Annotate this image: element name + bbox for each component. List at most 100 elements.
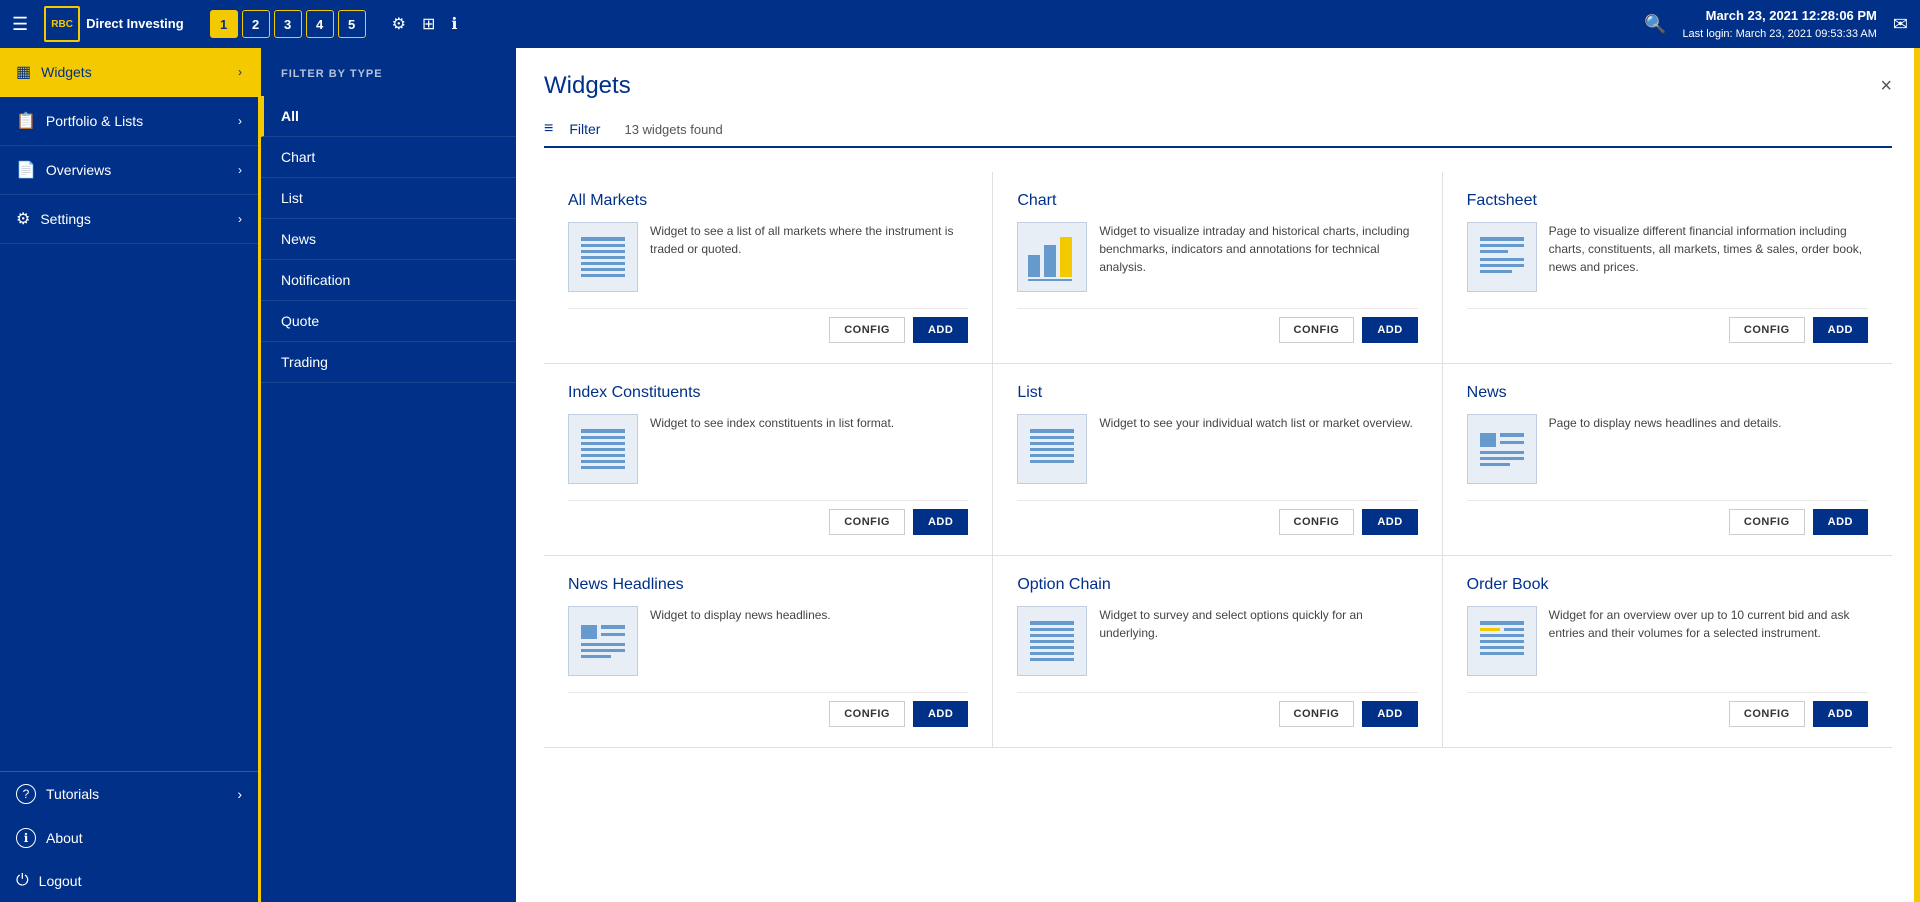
rbc-logo: RBC	[44, 6, 80, 42]
widget-desc-list: Widget to see your individual watch list…	[1099, 414, 1417, 484]
widget-body-chart: Widget to visualize intraday and histori…	[1017, 222, 1417, 292]
sidebar-item-portfolio[interactable]: 📋 Portfolio & Lists ›	[0, 97, 258, 146]
widget-title-all-markets: All Markets	[568, 192, 968, 210]
widget-thumb-factsheet	[1467, 222, 1537, 292]
add-button-chart[interactable]: ADD	[1362, 317, 1417, 343]
sidebar-item-logout[interactable]: ⏻ Logout	[0, 860, 258, 902]
filter-icon[interactable]: ≡	[544, 120, 553, 138]
add-button-order-book[interactable]: ADD	[1813, 701, 1868, 727]
widget-actions-news-headlines: CONFIG ADD	[568, 692, 968, 727]
about-icon: ℹ	[16, 828, 36, 848]
widget-title-factsheet: Factsheet	[1467, 192, 1868, 210]
filter-panel-title: FILTER BY TYPE	[261, 68, 516, 96]
filter-item-notification[interactable]: Notification	[261, 260, 516, 301]
widget-card-news-headlines: News Headlines Widg	[544, 556, 993, 748]
sidebar-item-overviews[interactable]: 📄 Overviews ›	[0, 146, 258, 195]
widget-desc-factsheet: Page to visualize different financial in…	[1549, 222, 1868, 292]
add-button-option-chain[interactable]: ADD	[1362, 701, 1417, 727]
rbc-logo-text: RBC	[51, 19, 73, 30]
left-sidebar: ▦ Widgets › 📋 Portfolio & Lists › 📄 Over…	[0, 48, 258, 902]
yellow-accent-bar	[1914, 48, 1920, 902]
widget-title-index-constituents: Index Constituents	[568, 384, 968, 402]
last-login: Last login: March 23, 2021 09:53:33 AM	[1682, 26, 1876, 43]
tab-5[interactable]: 5	[338, 10, 366, 38]
datetime-display: March 23, 2021 12:28:06 PM Last login: M…	[1682, 6, 1876, 42]
tab-3[interactable]: 3	[274, 10, 302, 38]
widget-actions-order-book: CONFIG ADD	[1467, 692, 1868, 727]
logout-icon: ⏻	[16, 872, 29, 890]
widget-title-option-chain: Option Chain	[1017, 576, 1417, 594]
add-button-news[interactable]: ADD	[1813, 509, 1868, 535]
sidebar-item-tutorials[interactable]: ? Tutorials ›	[0, 772, 258, 816]
sidebar-item-settings[interactable]: ⚙ Settings ›	[0, 195, 258, 244]
search-icon[interactable]: 🔍	[1644, 14, 1666, 35]
topnav-left: ☰ RBC Direct Investing 1 2 3 4 5 ⚙ ⊞ ℹ	[12, 6, 458, 42]
config-button-order-book[interactable]: CONFIG	[1729, 701, 1805, 727]
config-button-factsheet[interactable]: CONFIG	[1729, 317, 1805, 343]
hamburger-icon[interactable]: ☰	[12, 14, 28, 35]
sidebar-item-about[interactable]: ℹ About	[0, 816, 258, 860]
widget-thumb-list	[1017, 414, 1087, 484]
tutorials-label: Tutorials	[46, 786, 99, 802]
widget-body-news-headlines: Widget to display news headlines.	[568, 606, 968, 676]
widget-body-list: Widget to see your individual watch list…	[1017, 414, 1417, 484]
merge-icon[interactable]: ⚙	[392, 14, 406, 34]
sidebar-item-widgets[interactable]: ▦ Widgets ›	[0, 48, 258, 97]
sidebar-label-widgets: Widgets	[41, 64, 92, 80]
config-button-news[interactable]: CONFIG	[1729, 509, 1805, 535]
filter-item-list[interactable]: List	[261, 178, 516, 219]
message-icon[interactable]: ✉	[1893, 14, 1908, 35]
widget-desc-news-headlines: Widget to display news headlines.	[650, 606, 968, 676]
current-time: March 23, 2021 12:28:06 PM	[1682, 6, 1876, 26]
filter-item-news[interactable]: News	[261, 219, 516, 260]
config-button-chart[interactable]: CONFIG	[1279, 317, 1355, 343]
tab-1[interactable]: 1	[210, 10, 238, 38]
add-button-news-headlines[interactable]: ADD	[913, 701, 968, 727]
add-button-list[interactable]: ADD	[1362, 509, 1417, 535]
config-button-option-chain[interactable]: CONFIG	[1279, 701, 1355, 727]
portfolio-icon: 📋	[16, 111, 36, 131]
config-button-all-markets[interactable]: CONFIG	[829, 317, 905, 343]
grid-icon[interactable]: ⊞	[422, 14, 435, 34]
tutorials-icon: ?	[16, 784, 36, 804]
settings-chevron-icon: ›	[238, 212, 242, 226]
widget-actions-option-chain: CONFIG ADD	[1017, 692, 1417, 727]
close-button[interactable]: ×	[1880, 76, 1892, 96]
widget-body-order-book: Widget for an overview over up to 10 cur…	[1467, 606, 1868, 676]
widget-thumb-order-book	[1467, 606, 1537, 676]
widget-thumb-option-chain	[1017, 606, 1087, 676]
filter-item-quote[interactable]: Quote	[261, 301, 516, 342]
widget-body-index-constituents: Widget to see index constituents in list…	[568, 414, 968, 484]
widget-title-news: News	[1467, 384, 1868, 402]
app-body: ▦ Widgets › 📋 Portfolio & Lists › 📄 Over…	[0, 48, 1920, 902]
widget-desc-chart: Widget to visualize intraday and histori…	[1099, 222, 1417, 292]
widget-desc-index-constituents: Widget to see index constituents in list…	[650, 414, 968, 484]
filter-item-chart[interactable]: Chart	[261, 137, 516, 178]
about-label: About	[46, 830, 83, 846]
add-button-factsheet[interactable]: ADD	[1813, 317, 1868, 343]
tab-4[interactable]: 4	[306, 10, 334, 38]
widget-card-news: News Page to displa	[1443, 364, 1892, 556]
tab-2[interactable]: 2	[242, 10, 270, 38]
add-button-index-constituents[interactable]: ADD	[913, 509, 968, 535]
topnav-right: 🔍 March 23, 2021 12:28:06 PM Last login:…	[1644, 6, 1908, 42]
widget-card-list: List Widget to see	[993, 364, 1442, 556]
widget-thumb-chart	[1017, 222, 1087, 292]
topnav-tool-icons: ⚙ ⊞ ℹ	[392, 14, 458, 34]
tutorials-chevron-icon: ›	[237, 786, 242, 802]
config-button-index-constituents[interactable]: CONFIG	[829, 509, 905, 535]
add-button-all-markets[interactable]: ADD	[913, 317, 968, 343]
config-button-list[interactable]: CONFIG	[1279, 509, 1355, 535]
widget-card-all-markets: All Markets	[544, 172, 993, 364]
config-button-news-headlines[interactable]: CONFIG	[829, 701, 905, 727]
widget-actions-factsheet: CONFIG ADD	[1467, 308, 1868, 343]
widget-actions-list: CONFIG ADD	[1017, 500, 1417, 535]
filter-item-all[interactable]: All	[261, 96, 516, 137]
info-icon[interactable]: ℹ	[451, 14, 457, 34]
tab-list: 1 2 3 4 5	[210, 10, 366, 38]
app-title-text: Direct Investing	[86, 16, 184, 33]
widgets-panel-header: Widgets ×	[544, 72, 1892, 100]
widget-body-all-markets: Widget to see a list of all markets wher…	[568, 222, 968, 292]
filter-bar-label[interactable]: Filter	[569, 121, 600, 137]
filter-item-trading[interactable]: Trading	[261, 342, 516, 383]
